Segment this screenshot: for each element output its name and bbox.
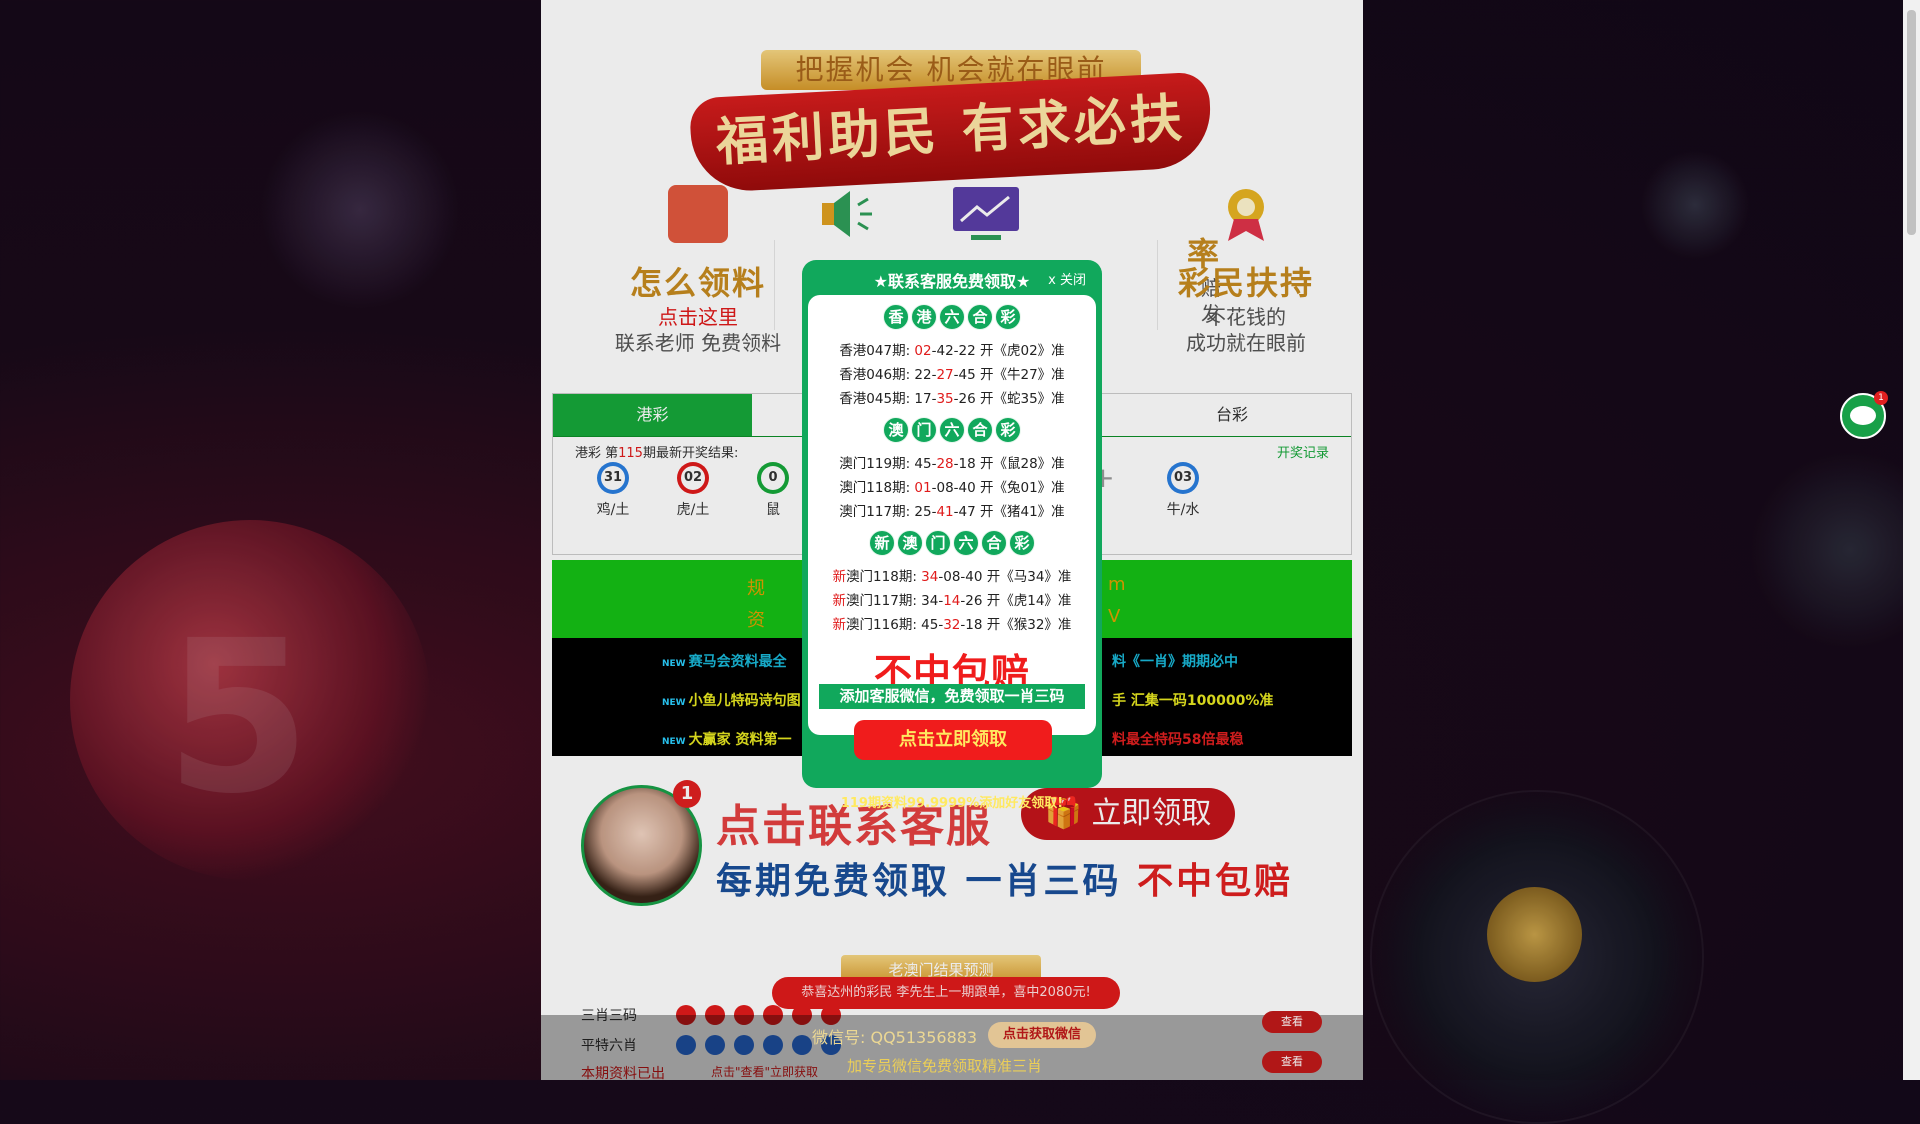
view-button[interactable]: 查看 (1262, 1051, 1322, 1073)
promo-subline-red: 不中包赔 (1137, 861, 1294, 902)
feature-title: 彩民扶持 (1177, 264, 1314, 302)
bg-ball-5: 5 (70, 520, 430, 880)
promo-subline: 每期免费领取 一肖三码 不中包赔 (716, 852, 1293, 904)
heading-suffix: 期最新开奖结果: (642, 446, 739, 461)
ball-number: 0 (757, 462, 789, 494)
modal-close-button[interactable]: x 关闭 (1048, 269, 1086, 288)
ball-zodiac: 鸡/土 (596, 502, 630, 518)
ball-zodiac: 虎/土 (676, 502, 710, 518)
result-line: 新澳门118期: 34-08-40 开《马34》准 (832, 569, 1072, 585)
bg-ball (1750, 450, 1920, 650)
green-text: 规 (747, 578, 765, 599)
tab-tw[interactable]: 台彩 (1113, 394, 1351, 436)
result-line: 新澳门117期: 34-14-26 开《虎14》准 (832, 593, 1072, 609)
tab-hk[interactable]: 港彩 (553, 394, 752, 436)
link-item[interactable]: 手 汇集一码100000%准 (1112, 690, 1273, 710)
bg-ball (1640, 150, 1750, 260)
link-item[interactable]: NEW 小鱼儿特码诗句图 (662, 690, 801, 710)
new-badge: NEW (662, 737, 686, 747)
link-item[interactable]: 料最全特码58倍最稳 (1112, 729, 1243, 749)
link-item[interactable]: 料《一肖》期期必中 (1112, 651, 1238, 671)
lottery-ball: 02 虎/土 (663, 462, 723, 519)
bg-ball (260, 110, 460, 310)
wechat-icon (1850, 406, 1876, 425)
notification-badge: 1 (1874, 391, 1888, 405)
claim-button-label: 立即领取 (1091, 796, 1212, 831)
result-line: 香港047期: 02-42-22 开《虎02》准 (839, 343, 1065, 359)
claim-now-button[interactable]: 点击立即领取 (854, 720, 1052, 760)
ball-number: 03 (1167, 462, 1199, 494)
section-title-macau: 澳门六合彩 (808, 417, 1096, 443)
wechat-subtext: 加专员微信免费领取精准三肖 (847, 1057, 1043, 1075)
wechat-float-button[interactable]: 1 (1840, 391, 1888, 439)
divider (774, 240, 775, 330)
feature-support: 彩民扶持 不花钱的 成功就在眼前 (1151, 185, 1341, 356)
feature-desc: 不花钱的 (1206, 305, 1286, 329)
feature-title: 怎么领料 (629, 264, 766, 302)
new-badge: NEW (662, 698, 686, 708)
monitor-icon (951, 185, 1019, 243)
ball-zodiac: 鼠 (766, 502, 780, 518)
period-number: 115 (618, 446, 643, 461)
section-title-hk: 香港六合彩 (808, 304, 1096, 330)
wechat-id: 微信号: QQ51356883 (812, 1028, 978, 1047)
ball-number: 31 (597, 462, 629, 494)
scrollbar[interactable] (1903, 0, 1920, 1080)
result-line: 澳门118期: 01-08-40 开《兔01》准 (839, 480, 1065, 496)
lottery-ball: 31 鸡/土 (583, 462, 643, 519)
link-text: 小鱼儿特码诗句图 (688, 693, 801, 709)
feature-link[interactable]: 点击这里 (603, 304, 793, 330)
link-text: 大赢家 资料第一 (688, 732, 792, 748)
feature-desc: 联系老师 免费领料 (614, 331, 782, 355)
ball-number: 02 (677, 462, 709, 494)
speaker-icon (816, 185, 876, 243)
get-wechat-button[interactable]: 点击获取微信 (988, 1022, 1096, 1048)
green-text: 资 (747, 610, 765, 631)
chart-icon (668, 185, 728, 243)
link-item[interactable]: NEW 大赢家 资料第一 (662, 729, 791, 749)
bg-ball-coin (1370, 790, 1704, 1124)
modal-footer-text: 119期资料99.9999%添加好友领取! (840, 796, 1064, 811)
new-badge: NEW (662, 659, 686, 669)
result-line: 香港046期: 22-27-45 开《牛27》准 (839, 367, 1065, 383)
view-button[interactable]: 查看 (1262, 1011, 1322, 1033)
result-line: 香港045期: 17-35-26 开《蛇35》准 (839, 391, 1065, 407)
green-text: V (1108, 606, 1121, 627)
result-line: 澳门119期: 45-28-18 开《鼠28》准 (839, 456, 1065, 472)
modal-body: 香港六合彩 香港047期: 02-42-22 开《虎02》准 香港046期: 2… (808, 295, 1096, 760)
congrats-banner: 恭喜达州的彩民 李先生上一期跟单，喜中2080元! (772, 977, 1120, 1009)
link-text: 赛马会资料最全 (688, 654, 787, 670)
heading-prefix: 港彩 第 (575, 446, 619, 461)
free-claim-modal: ★联系客服免费领取★ x 关闭 香港六合彩 香港047期: 02-42-22 开… (802, 260, 1102, 811)
notification-badge: 1 (673, 780, 701, 808)
header-banner: 把握机会 机会就在眼前 福利助民 有求必扶 (688, 45, 1214, 194)
link-item[interactable]: NEW 赛马会资料最全 (662, 651, 787, 671)
add-wechat-strip: 添加客服微信，免费领取一肖三码 (819, 684, 1085, 709)
result-line: 新澳门116期: 45-32-18 开《猴32》准 (832, 617, 1072, 633)
promo-subline-main: 每期免费领取 一肖三码 (716, 861, 1122, 902)
lottery-heading: 港彩 第115期最新开奖结果: (575, 442, 738, 461)
lottery-ball: 0 鼠 (743, 462, 803, 519)
ball-zodiac: 牛/水 (1166, 502, 1200, 518)
scroll-thumb[interactable] (1907, 10, 1916, 235)
lottery-ball: 03 牛/水 (1153, 462, 1213, 519)
feature-desc: 成功就在眼前 (1186, 331, 1306, 355)
draw-record-link[interactable]: 开奖记录 (1277, 442, 1329, 461)
green-text: m (1108, 574, 1126, 595)
result-line: 澳门117期: 25-41-47 开《猪41》准 (839, 504, 1065, 520)
award-ribbon-icon (1216, 185, 1276, 243)
coin-emblem (1487, 887, 1582, 982)
section-title-new-macau: 新澳门六合彩 (808, 530, 1096, 556)
